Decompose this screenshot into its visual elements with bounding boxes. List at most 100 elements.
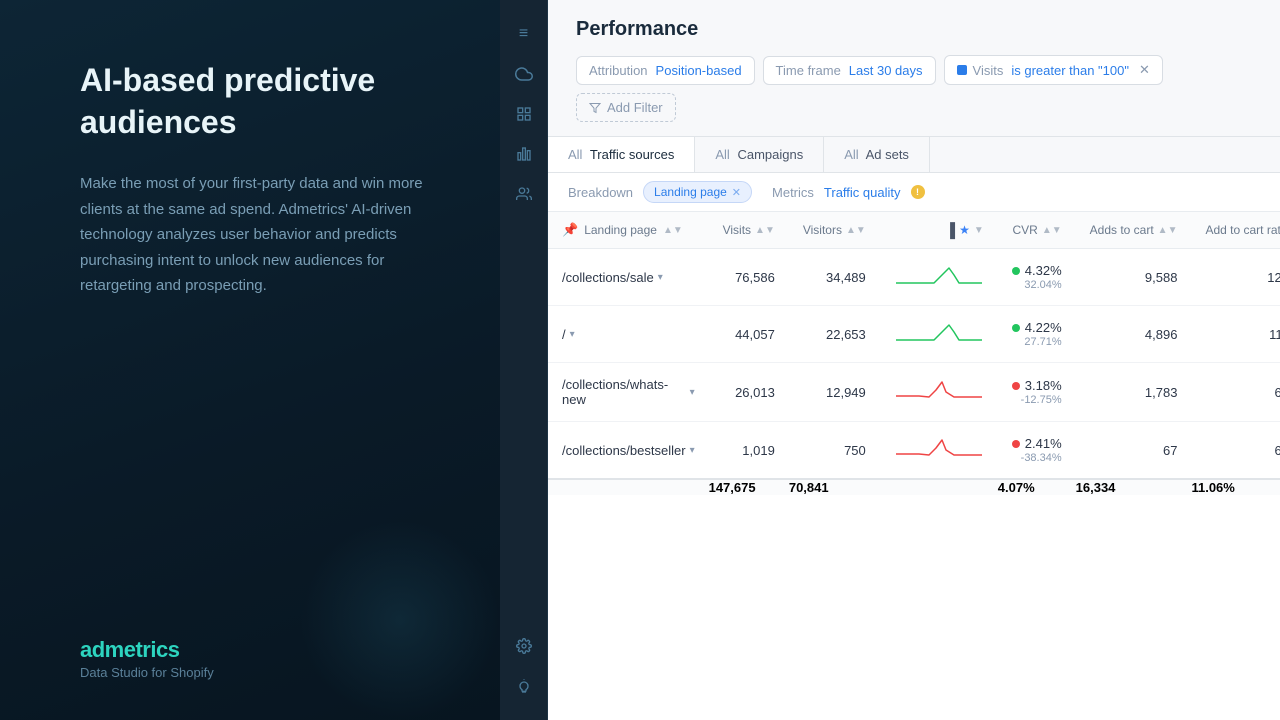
chart-bar-icon[interactable] (506, 136, 542, 172)
cell-adds: 9,588 (1076, 249, 1192, 306)
cell-landing: /collections/sale ▾ (548, 249, 709, 306)
sparkline-chart (894, 436, 984, 464)
cloud-icon[interactable] (506, 56, 542, 92)
bulb-icon[interactable] (506, 668, 542, 704)
tab-traffic-sources[interactable]: All Traffic sources (548, 137, 695, 172)
cell-sparkline (880, 249, 998, 306)
brand-name: admetrics (80, 637, 450, 663)
cell-visitors: 750 (789, 422, 880, 480)
footer-sparkline (880, 479, 998, 495)
sort-icon[interactable]: ▲▼ (663, 225, 683, 236)
timeframe-value: Last 30 days (849, 63, 923, 78)
th-cvr[interactable]: CVR ▲▼ (998, 212, 1076, 249)
users-icon[interactable] (506, 176, 542, 212)
landing-page-chip[interactable]: Landing page ✕ (643, 181, 752, 203)
dropdown-arrow-icon: ▾ (658, 272, 663, 283)
add-filter-button[interactable]: Add Filter (576, 93, 676, 122)
footer-rate: 11.06% (1191, 479, 1280, 495)
th-visitors-sort: ▲▼ (846, 225, 866, 236)
th-landing-label: Landing page (584, 223, 657, 237)
cvr-status-dot (1012, 440, 1020, 448)
footer-cvr: 4.07% (998, 479, 1076, 495)
attribution-filter[interactable]: Attribution Position-based (576, 56, 755, 85)
body-text: Make the most of your first-party data a… (80, 171, 450, 299)
close-icon[interactable]: ✕ (1139, 62, 1150, 78)
th-adds-sort: ▲▼ (1158, 225, 1178, 236)
cell-visits: 1,019 (709, 422, 789, 480)
cvr-container: 3.18% -12.75% (1012, 378, 1062, 406)
th-add-to-cart-rate[interactable]: Add to cart rate ▲▼ (1191, 212, 1280, 249)
footer-adds: 16,334 (1076, 479, 1192, 495)
grid-icon[interactable] (506, 96, 542, 132)
landing-dropdown[interactable]: /collections/bestseller ▾ (562, 443, 695, 458)
timeframe-label: Time frame (776, 63, 841, 78)
attribution-label: Attribution (589, 63, 648, 78)
tab-adsets-label: Ad sets (866, 147, 909, 162)
cell-cvr: 4.22% 27.71% (998, 306, 1076, 363)
visits-filter[interactable]: Visits is greater than "100" ✕ (944, 55, 1163, 85)
cell-sparkline (880, 422, 998, 480)
cvr-status-dot (1012, 382, 1020, 390)
th-visits[interactable]: Visits ▲▼ (709, 212, 789, 249)
menu-icon[interactable]: ≡ (506, 16, 542, 52)
attribution-value: Position-based (656, 63, 742, 78)
cvr-main: 4.32% (1012, 263, 1062, 278)
th-cvr-label: CVR (1013, 223, 1038, 237)
cell-adds: 4,896 (1076, 306, 1192, 363)
cell-landing: /collections/bestseller ▾ (548, 422, 709, 480)
cell-visitors: 12,949 (789, 363, 880, 422)
th-landing-page: 📌 Landing page ▲▼ (548, 212, 709, 249)
th-adds-label: Adds to cart (1090, 223, 1154, 237)
landing-dropdown[interactable]: / ▾ (562, 327, 575, 342)
th-rate-label: Add to cart rate (1205, 223, 1280, 237)
chip-label: Landing page (654, 185, 727, 199)
tab-campaigns[interactable]: All Campaigns (695, 137, 824, 172)
info-icon: ! (911, 185, 925, 199)
cvr-value: 4.22% (1025, 320, 1062, 335)
visits-dot (957, 65, 967, 75)
cvr-sub-value: -38.34% (1021, 452, 1062, 464)
footer-visits: 147,675 (709, 479, 789, 495)
cell-visits: 26,013 (709, 363, 789, 422)
brand-tagline: Data Studio for Shopify (80, 665, 450, 680)
source-tabs: All Traffic sources All Campaigns All Ad… (548, 137, 1280, 173)
table-body: /collections/sale ▾ 76,586 34,489 4.32% … (548, 249, 1280, 480)
th-visits-label: Visits (723, 223, 751, 237)
cvr-status-dot (1012, 267, 1020, 275)
dropdown-arrow-icon: ▾ (690, 387, 695, 398)
cell-sparkline (880, 363, 998, 422)
landing-dropdown[interactable]: /collections/sale ▾ (562, 270, 663, 285)
th-visitors[interactable]: Visitors ▲▼ (789, 212, 880, 249)
cvr-main: 4.22% (1012, 320, 1062, 335)
th-visits-sort: ▲▼ (755, 225, 775, 236)
cvr-container: 4.32% 32.04% (1012, 263, 1062, 291)
cell-visitors: 34,489 (789, 249, 880, 306)
cvr-value: 4.32% (1025, 263, 1062, 278)
table-row: /collections/whats-new ▾ 26,013 12,949 3… (548, 363, 1280, 422)
dropdown-arrow-icon: ▾ (690, 445, 695, 456)
tab-ad-sets[interactable]: All Ad sets (824, 137, 930, 172)
metrics-value: Traffic quality (824, 185, 901, 200)
pin-icon: 📌 (562, 222, 578, 238)
th-visitors-label: Visitors (803, 223, 842, 237)
th-sparkline-sort: ▼ (974, 225, 984, 236)
cell-visits: 76,586 (709, 249, 789, 306)
cvr-status-dot (1012, 324, 1020, 332)
th-cvr-sort: ▲▼ (1042, 225, 1062, 236)
cell-rate: 6.58% (1191, 422, 1280, 480)
th-adds-to-cart[interactable]: Adds to cart ▲▼ (1076, 212, 1192, 249)
cell-adds: 67 (1076, 422, 1192, 480)
star-icon: ★ (959, 223, 970, 237)
landing-dropdown[interactable]: /collections/whats-new ▾ (562, 377, 695, 407)
sparkline-chart (894, 320, 984, 348)
cell-landing: / ▾ (548, 306, 709, 363)
timeframe-filter[interactable]: Time frame Last 30 days (763, 56, 936, 85)
cvr-value: 3.18% (1025, 378, 1062, 393)
tab-all-label: All (568, 147, 582, 162)
cvr-main: 2.41% (1012, 436, 1062, 451)
cell-rate: 6.85% (1191, 363, 1280, 422)
chip-close-icon[interactable]: ✕ (732, 186, 741, 199)
sparkline-chart (894, 378, 984, 406)
settings-cog-icon[interactable] (506, 628, 542, 664)
table-footer: 147,675 70,841 4.07% 16,334 11.06% (548, 479, 1280, 495)
